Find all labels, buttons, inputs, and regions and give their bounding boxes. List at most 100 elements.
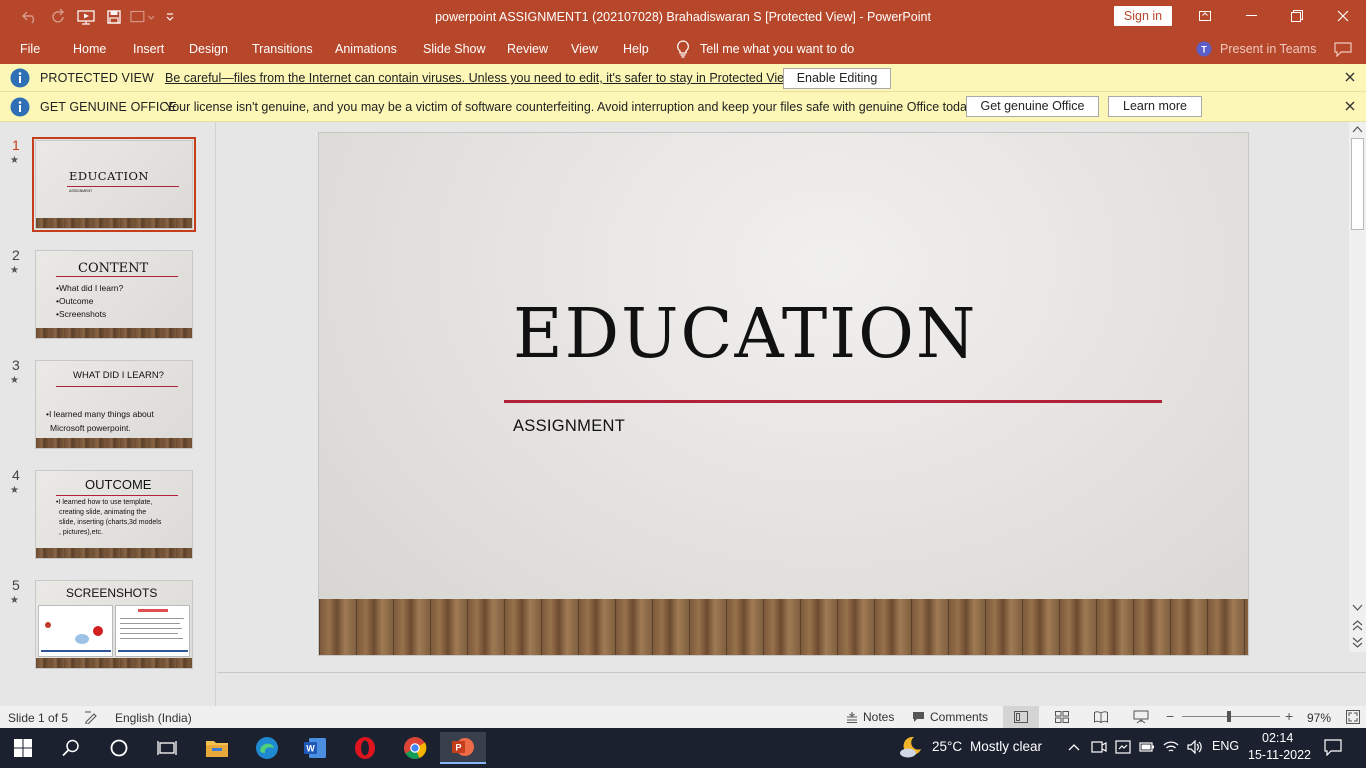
svg-text:P: P xyxy=(455,743,461,753)
file-explorer-icon[interactable] xyxy=(194,732,240,764)
notes-pane-divider[interactable] xyxy=(217,672,1366,673)
input-language[interactable]: ENG xyxy=(1212,739,1239,753)
protected-view-title: PROTECTED VIEW xyxy=(40,71,154,85)
notifications-icon[interactable] xyxy=(1324,739,1342,756)
windows-taskbar: W P 25°C Mostly clear ENG 02:14 15-11-20… xyxy=(0,728,1366,768)
normal-view-button[interactable] xyxy=(1003,706,1039,728)
close-icon[interactable] xyxy=(1344,100,1356,112)
language-indicator[interactable]: English (India) xyxy=(115,711,192,725)
meet-now-icon[interactable] xyxy=(1091,740,1107,754)
reading-view-icon[interactable] xyxy=(1094,711,1108,723)
new-slide-icon[interactable] xyxy=(130,6,154,28)
learn-more-button[interactable]: Learn more xyxy=(1108,96,1202,117)
notes-button[interactable]: Notes xyxy=(846,710,894,724)
current-slide[interactable]: EDUCATION ASSIGNMENT xyxy=(318,132,1249,656)
cortana-icon[interactable] xyxy=(96,732,142,764)
zoom-in-icon[interactable]: + xyxy=(1285,708,1293,724)
accessibility-icon[interactable] xyxy=(84,710,98,724)
tab-home[interactable]: Home xyxy=(73,42,106,56)
thumbnail-floor xyxy=(36,218,192,228)
get-genuine-office-button[interactable]: Get genuine Office xyxy=(966,96,1099,117)
slide-show-icon[interactable] xyxy=(1133,710,1149,724)
thumbnail-slide-5[interactable]: SCREENSHOTS xyxy=(35,580,193,669)
thumbnail-bullet: •What did I learn? xyxy=(56,283,124,293)
enable-editing-button[interactable]: Enable Editing xyxy=(783,68,891,89)
onedrive-icon[interactable] xyxy=(1115,740,1131,754)
tab-help[interactable]: Help xyxy=(623,42,649,56)
scroll-down-icon[interactable] xyxy=(1352,604,1363,612)
tab-file[interactable]: File xyxy=(20,42,40,56)
scrollbar-thumb[interactable] xyxy=(1351,138,1364,230)
fit-to-window-icon[interactable] xyxy=(1346,710,1360,724)
teams-icon: T xyxy=(1196,41,1212,57)
weather-moon-cloud-icon[interactable] xyxy=(899,735,923,759)
wifi-icon[interactable] xyxy=(1163,740,1179,754)
thumbnail-slide-1[interactable]: EDUCATION ASSIGNMENT xyxy=(32,137,196,232)
clock-time[interactable]: 02:14 xyxy=(1262,731,1293,745)
weather-condition[interactable]: Mostly clear xyxy=(970,739,1042,754)
thumbnail-slide-3[interactable]: WHAT DID I LEARN? •I learned many things… xyxy=(35,360,193,449)
customize-qat-icon[interactable] xyxy=(158,6,182,28)
thumbnail-title: EDUCATION xyxy=(69,169,149,183)
next-slide-icon[interactable] xyxy=(1352,636,1363,648)
slide-title[interactable]: EDUCATION xyxy=(513,295,977,374)
tab-transitions[interactable]: Transitions xyxy=(252,42,313,56)
weather-temperature[interactable]: 25°C xyxy=(932,739,962,754)
powerpoint-icon[interactable]: P xyxy=(440,732,486,764)
thumbnail-title: OUTCOME xyxy=(85,477,152,492)
restore-icon[interactable] xyxy=(1274,0,1320,32)
genuine-office-bar: GET GENUINE OFFICE Your license isn't ge… xyxy=(0,92,1366,122)
ribbon-display-options-icon[interactable] xyxy=(1182,0,1228,32)
windows-start-icon[interactable] xyxy=(0,732,46,764)
protected-view-message[interactable]: Be careful—files from the Internet can c… xyxy=(165,71,796,85)
chrome-icon[interactable] xyxy=(392,732,438,764)
minimize-icon[interactable] xyxy=(1228,0,1274,32)
zoom-out-icon[interactable]: − xyxy=(1166,708,1174,724)
svg-text:T: T xyxy=(1201,45,1207,55)
battery-icon[interactable] xyxy=(1139,741,1155,753)
scroll-up-icon[interactable] xyxy=(1352,125,1363,133)
tell-me-label: Tell me what you want to do xyxy=(700,42,855,56)
comments-icon[interactable] xyxy=(1334,42,1352,57)
status-bar: Slide 1 of 5 English (India) Notes Comme… xyxy=(0,706,1366,728)
present-in-teams-button[interactable]: T Present in Teams xyxy=(1196,41,1316,57)
thumbnail-slide-4[interactable]: OUTCOME •I learned how to use template, … xyxy=(35,470,193,559)
slide-thumbnails-pane: 1 ★ EDUCATION ASSIGNMENT 2 ★ CONTENT •Wh… xyxy=(0,122,216,706)
close-icon[interactable] xyxy=(1344,71,1356,83)
zoom-slider[interactable] xyxy=(1182,716,1280,717)
redo-icon[interactable] xyxy=(46,6,70,28)
zoom-slider-handle[interactable] xyxy=(1227,711,1231,722)
edge-icon[interactable] xyxy=(244,732,290,764)
comments-label: Comments xyxy=(930,710,989,724)
undo-icon[interactable] xyxy=(18,6,42,28)
thumbnail-slide-2[interactable]: CONTENT •What did I learn? •Outcome •Scr… xyxy=(35,250,193,339)
search-icon[interactable] xyxy=(48,732,94,764)
slide-sorter-icon[interactable] xyxy=(1055,711,1069,723)
chevron-up-icon[interactable] xyxy=(1068,743,1080,751)
close-icon[interactable] xyxy=(1320,0,1366,32)
tab-insert[interactable]: Insert xyxy=(133,42,164,56)
thumbnail-bullet: , pictures),etc. xyxy=(59,529,103,536)
tab-design[interactable]: Design xyxy=(189,42,228,56)
genuine-office-message: Your license isn't genuine, and you may … xyxy=(165,100,976,114)
comments-button[interactable]: Comments xyxy=(912,710,988,724)
tab-view[interactable]: View xyxy=(571,42,598,56)
task-view-icon[interactable] xyxy=(144,732,190,764)
volume-icon[interactable] xyxy=(1187,740,1203,754)
start-from-beginning-icon[interactable] xyxy=(74,6,98,28)
slide-subtitle[interactable]: ASSIGNMENT xyxy=(513,417,625,436)
thumbnail-floor xyxy=(36,328,192,338)
zoom-level[interactable]: 97% xyxy=(1307,711,1331,725)
tab-slide-show[interactable]: Slide Show xyxy=(423,42,486,56)
opera-icon[interactable] xyxy=(342,732,388,764)
previous-slide-icon[interactable] xyxy=(1352,620,1363,632)
word-icon[interactable]: W xyxy=(292,732,338,764)
ribbon-tabs: File Home Insert Design Transitions Anim… xyxy=(0,34,1366,64)
tell-me-search[interactable]: Tell me what you want to do xyxy=(676,40,854,58)
sign-in-button[interactable]: Sign in xyxy=(1114,6,1172,26)
present-in-teams-label: Present in Teams xyxy=(1220,42,1317,56)
tab-animations[interactable]: Animations xyxy=(335,42,397,56)
clock-date[interactable]: 15-11-2022 xyxy=(1248,748,1311,762)
tab-review[interactable]: Review xyxy=(507,42,548,56)
save-icon[interactable] xyxy=(102,6,126,28)
